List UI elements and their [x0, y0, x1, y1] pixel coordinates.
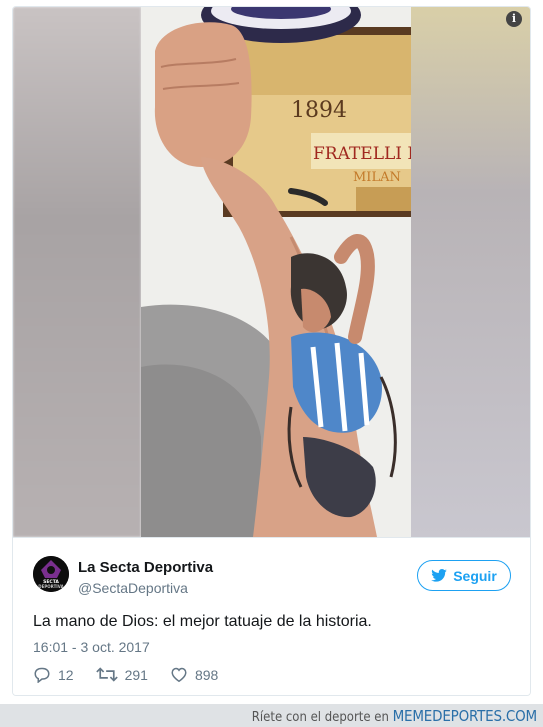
reply-count: 12: [58, 666, 74, 683]
retweet-count: 291: [124, 666, 148, 683]
avatar-logo: SECTA DEPORTIVA: [33, 556, 69, 592]
footer-text: Ríete con el deporte en MEMEDEPORTES.COM: [252, 707, 537, 725]
info-icon[interactable]: i: [506, 11, 522, 27]
follow-label: Seguir: [453, 567, 497, 584]
media-blur-right: [410, 7, 530, 537]
poster-year: 1894: [291, 98, 347, 123]
avatar-line2: DEPORTIVA: [38, 584, 64, 589]
retweet-action[interactable]: 291: [95, 666, 148, 683]
tweet-timestamp[interactable]: 16:01 - 3 oct. 2017: [33, 639, 150, 655]
user-handle[interactable]: @SectaDeportiva: [78, 580, 188, 596]
tweet-text: La mano de Dios: el mejor tatuaje de la …: [33, 613, 372, 630]
footer-brand[interactable]: MEMEDEPORTES.COM: [393, 707, 538, 725]
tattoo-photo: 1894 FRATELLI BRAN MILAN: [141, 7, 411, 537]
tweet-body: SECTA DEPORTIVA La Secta Deportiva @Sect…: [13, 537, 530, 695]
media-blur-left: [13, 7, 141, 537]
tattoo-photo-illustration: 1894 FRATELLI BRAN MILAN: [141, 7, 411, 537]
reply-icon: [34, 667, 50, 683]
avatar[interactable]: SECTA DEPORTIVA: [33, 556, 69, 592]
fist: [154, 22, 252, 168]
heart-icon: [171, 667, 187, 683]
twitter-bird-icon: [431, 569, 448, 582]
tweet-card: 1894 FRATELLI BRAN MILAN: [12, 6, 531, 696]
reply-action[interactable]: 12: [33, 666, 74, 683]
like-action[interactable]: 898: [170, 666, 218, 683]
tweet-media[interactable]: 1894 FRATELLI BRAN MILAN: [13, 7, 530, 537]
like-count: 898: [194, 666, 219, 683]
poster-brand: FRATELLI BRAN: [313, 144, 411, 164]
watermark-footer: Ríete con el deporte en MEMEDEPORTES.COM: [0, 704, 543, 727]
tweet-actions: 12 291 898: [33, 666, 218, 683]
display-name[interactable]: La Secta Deportiva: [78, 559, 213, 576]
footer-prefix: Ríete con el deporte en: [251, 710, 389, 725]
poster-city: MILAN: [353, 170, 401, 185]
retweet-icon: [95, 667, 118, 682]
follow-button[interactable]: Seguir: [417, 560, 511, 591]
